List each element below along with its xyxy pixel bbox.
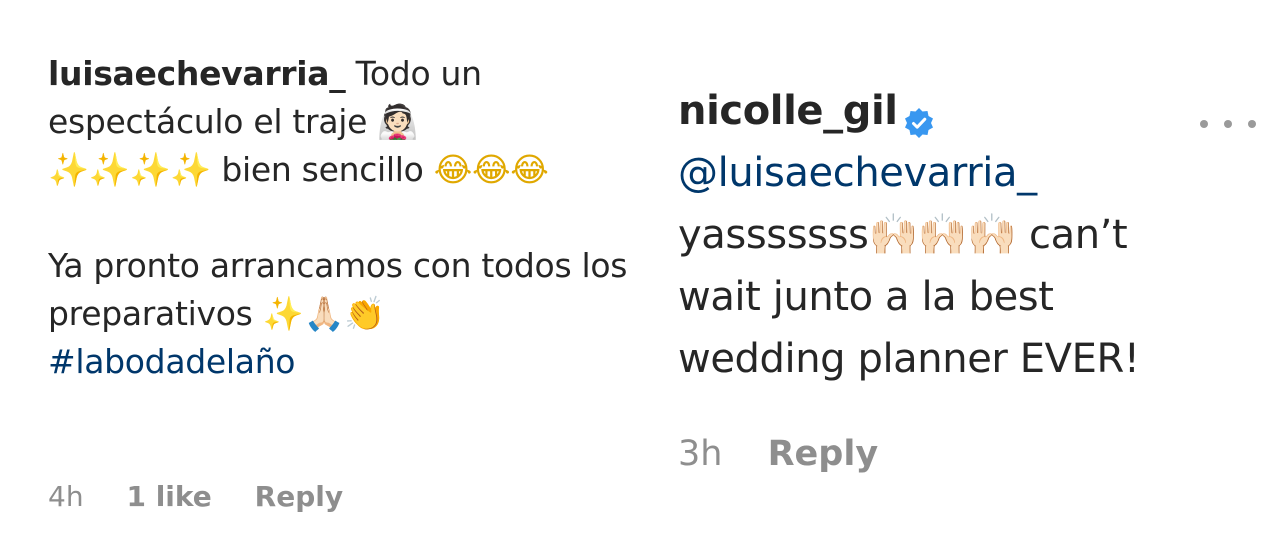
reply-button[interactable]: Reply — [255, 480, 343, 513]
comment-username[interactable]: nicolle_gil — [678, 88, 898, 134]
comment-luisaechevarria: luisaechevarria_ Todo un espectáculo el … — [48, 50, 648, 386]
comment-timestamp: 3h — [678, 434, 723, 474]
comment-text-line2: bien sencillo — [221, 150, 424, 189]
more-dot — [1248, 120, 1256, 128]
comment-username[interactable]: luisaechevarria_ — [48, 54, 346, 93]
bride-emoji-icon: 👰🏻 — [377, 102, 419, 141]
more-dot — [1200, 120, 1208, 128]
reply-button[interactable]: Reply — [768, 434, 879, 474]
raising-hands-emoji-icon: 🙌🏻🙌🏻🙌🏻 — [868, 212, 1017, 258]
comment-timestamp: 4h — [48, 480, 84, 513]
comment-likes[interactable]: 1 like — [126, 480, 211, 513]
more-options-icon[interactable] — [1200, 110, 1256, 138]
sparkle-pray-clap-emoji-icon: ✨🙏🏻👏 — [262, 294, 386, 333]
mention-link[interactable]: @luisaechevarria_ — [678, 150, 1037, 196]
verified-badge-icon — [904, 94, 934, 138]
laughing-emoji-icon: 😂😂😂 — [433, 150, 549, 189]
comment-text-part1: yasssssss — [678, 212, 869, 258]
comment-nicolle-gil: nicolle_gil @luisaechevarria_ yasssssss🙌… — [678, 80, 1198, 390]
hashtag-link[interactable]: #labodadelaño — [48, 342, 296, 381]
comment-meta-left: 4h 1 like Reply — [48, 477, 343, 517]
sparkles-emoji-icon: ✨✨✨✨ — [48, 150, 212, 189]
comment-meta-right: 3h Reply — [678, 432, 878, 476]
more-dot — [1224, 120, 1232, 128]
